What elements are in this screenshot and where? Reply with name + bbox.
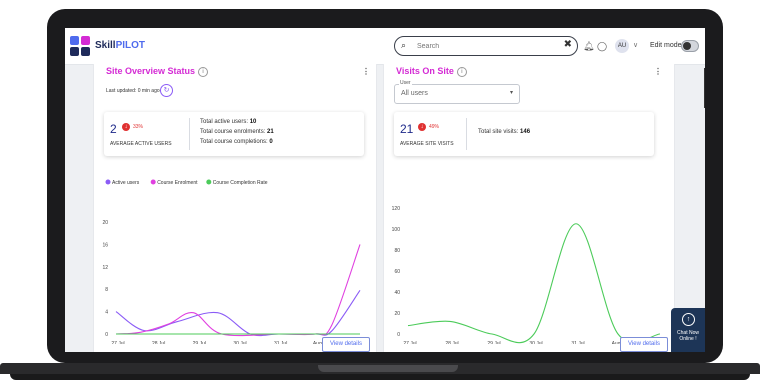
active-users-value: 2: [110, 122, 117, 136]
x-tick-label: 31 Jul: [274, 341, 287, 344]
y-tick-label: 20: [394, 311, 400, 317]
total-course-enrolments: Total course enrolments: 21: [200, 129, 274, 135]
search-icon: ⌕: [401, 40, 407, 50]
x-tick-label: 27 Jul: [111, 341, 124, 344]
total-course-completions: Total course completions: 0: [200, 139, 273, 145]
more-menu-icon[interactable]: ⋮: [362, 67, 370, 76]
x-tick-label: 28 Jul: [152, 341, 165, 344]
legend-label[interactable]: Course Enrolment: [157, 180, 198, 186]
y-tick-label: 60: [394, 269, 400, 275]
user-select-value: All users: [401, 90, 428, 97]
info-icon[interactable]: i: [456, 66, 467, 77]
visits-panel: Visits On Site i ⋮ User All users ▾ 21 ↓ …: [383, 64, 675, 352]
x-tick-label: 29 Jul: [193, 341, 206, 344]
y-tick-label: 4: [105, 310, 108, 316]
y-tick-label: 12: [102, 265, 108, 271]
y-tick-label: 40: [394, 290, 400, 296]
average-site-visits-label: AVERAGE SITE VISITS: [400, 141, 454, 147]
trend-down-icon: ↓: [418, 123, 426, 131]
logo-text[interactable]: SkillPILOT: [95, 40, 145, 51]
legend-label[interactable]: Course Completion Rate: [213, 180, 268, 186]
site-visits-card: 21 ↓ 49% AVERAGE SITE VISITS Total site …: [394, 112, 654, 156]
visits-title: Visits On Site i: [396, 66, 467, 77]
scrollbar[interactable]: [704, 68, 705, 108]
edit-mode-toggle[interactable]: [681, 40, 699, 52]
chat-bubble-icon[interactable]: ◯: [597, 41, 607, 52]
legend-marker: [206, 179, 212, 185]
info-icon[interactable]: i: [198, 66, 209, 77]
trend-down-icon: ↓: [122, 123, 130, 131]
logo-icon: [70, 36, 90, 56]
site-overview-chart: Active users Course Enrolment Course Compl…: [102, 179, 361, 344]
x-tick-label: 28 Jul: [445, 341, 458, 344]
arrow-up-icon: ↑: [682, 313, 695, 326]
y-tick-label: 80: [394, 248, 400, 254]
total-active-users: Total active users: 10: [200, 119, 257, 125]
x-tick-label: 30 Jul: [529, 341, 542, 344]
site-overview-title: Site Overview Status i: [106, 66, 209, 77]
x-tick-label: 27 Jul: [403, 341, 416, 344]
active-users-card: 2 ↓ 33% AVERAGE ACTIVE USERS Total activ…: [104, 112, 364, 156]
y-tick-label: 8: [105, 287, 108, 293]
y-tick-label: 0: [105, 332, 108, 338]
chevron-down-icon[interactable]: ∨: [633, 41, 638, 49]
total-site-visits: Total site visits: 146: [478, 129, 531, 135]
edit-mode-label: Edit mode: [650, 42, 682, 49]
legend-marker: [150, 179, 156, 185]
app-screen: SkillPILOT ⌕ ✖ 🔔︎ ◯ AU ∨ Edit mode Site …: [65, 28, 705, 352]
bell-icon[interactable]: 🔔︎: [583, 41, 594, 52]
site-visits-value: 21: [400, 122, 414, 136]
y-tick-label: 20: [102, 220, 108, 226]
top-navbar: SkillPILOT ⌕ ✖ 🔔︎ ◯ AU ∨ Edit mode: [65, 28, 705, 65]
legend-marker: [105, 179, 111, 185]
user-select[interactable]: User All users ▾: [394, 80, 520, 104]
view-details-button[interactable]: View details: [620, 337, 668, 352]
avatar[interactable]: AU: [615, 39, 629, 53]
x-tick-label: 29 Jul: [487, 341, 500, 344]
change-percent: 33%: [133, 124, 144, 130]
user-select-label: User: [399, 80, 412, 86]
x-tick-label: 31 Jul: [571, 341, 584, 344]
view-details-button[interactable]: View details: [322, 337, 370, 352]
series-line: [115, 244, 361, 337]
legend-label[interactable]: Active users: [112, 180, 140, 186]
y-tick-label: 100: [392, 227, 401, 233]
average-active-users-label: AVERAGE ACTIVE USERS: [110, 141, 172, 147]
y-tick-label: 120: [392, 206, 401, 212]
series-line: [407, 223, 661, 344]
search-box[interactable]: ⌕ ✖: [394, 36, 578, 56]
search-input[interactable]: [415, 39, 559, 54]
laptop-base: [0, 363, 760, 385]
close-icon[interactable]: ✖: [564, 39, 572, 50]
chat-label: Chat Now Online !: [677, 330, 699, 342]
y-tick-label: 16: [102, 242, 108, 248]
chat-now-button[interactable]: ↑ Chat Now Online !: [671, 308, 705, 352]
chevron-down-icon: ▾: [509, 90, 513, 96]
refresh-icon[interactable]: ↻: [160, 84, 173, 97]
more-menu-icon[interactable]: ⋮: [654, 67, 662, 76]
y-tick-label: 0: [397, 332, 400, 338]
card-divider: [189, 118, 190, 150]
card-divider: [466, 118, 467, 150]
change-percent: 49%: [429, 124, 440, 130]
last-updated-text: Last updated: 0 min ago: [106, 88, 160, 94]
site-overview-panel: Site Overview Status i ⋮ Last updated: 0 …: [93, 64, 377, 352]
visits-chart: 0 20 40 60 80 100 120 27 Jul 28 Jul 29 Jul 30 Jul 3…: [392, 206, 661, 344]
x-tick-label: 30 Jul: [233, 341, 246, 344]
